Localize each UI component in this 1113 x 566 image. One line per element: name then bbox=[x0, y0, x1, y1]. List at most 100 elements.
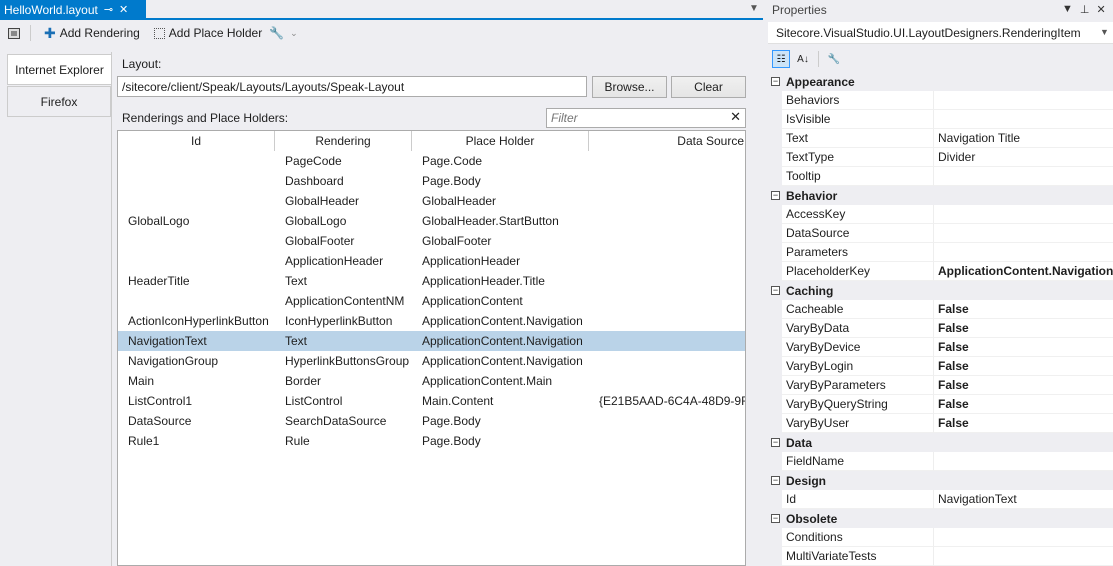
property-row[interactable]: PlaceholderKey ApplicationContent.Navigat… bbox=[768, 262, 1113, 281]
property-value[interactable] bbox=[934, 452, 1113, 471]
column-header-id[interactable]: Id bbox=[118, 131, 275, 151]
property-row[interactable]: Behaviors bbox=[768, 91, 1113, 110]
property-row[interactable]: Text Navigation Title bbox=[768, 129, 1113, 148]
table-row[interactable]: ActionIconHyperlinkButton IconHyperlinkBu… bbox=[118, 311, 745, 331]
table-row[interactable]: Rule1 Rule Page.Body bbox=[118, 431, 745, 451]
property-row[interactable]: DataSource bbox=[768, 224, 1113, 243]
property-value[interactable] bbox=[934, 167, 1113, 186]
document-tab[interactable]: HelloWorld.layout ⊸ ✕ bbox=[0, 0, 146, 20]
toolbar-overflow-icon[interactable]: ⌄ bbox=[290, 28, 298, 39]
property-row[interactable]: IsVisible bbox=[768, 110, 1113, 129]
property-value[interactable]: False bbox=[934, 357, 1113, 376]
categorized-icon[interactable]: ☷ bbox=[772, 50, 790, 68]
property-value[interactable]: False bbox=[934, 338, 1113, 357]
wrench-icon[interactable]: 🔧 bbox=[269, 26, 284, 40]
property-row[interactable]: VaryByLogin False bbox=[768, 357, 1113, 376]
property-row[interactable]: MultiVariateTests bbox=[768, 547, 1113, 566]
property-value[interactable] bbox=[934, 243, 1113, 262]
tab-internet-explorer[interactable]: Internet Explorer bbox=[7, 54, 111, 85]
add-rendering-button[interactable]: ✚ Add Rendering bbox=[41, 26, 143, 40]
property-pages-icon[interactable]: 🔧 bbox=[825, 50, 843, 68]
property-category[interactable]: − Caching bbox=[768, 281, 1113, 300]
table-row[interactable]: DataSource SearchDataSource Page.Body bbox=[118, 411, 745, 431]
property-value[interactable]: False bbox=[934, 376, 1113, 395]
filter-input[interactable] bbox=[547, 109, 727, 127]
property-row[interactable]: VaryByUser False bbox=[768, 414, 1113, 433]
table-row[interactable]: Main Border ApplicationContent.Main bbox=[118, 371, 745, 391]
stop-icon[interactable] bbox=[8, 27, 20, 39]
cell-id: Rule1 bbox=[128, 434, 160, 448]
table-row[interactable]: GlobalFooter GlobalFooter bbox=[118, 231, 745, 251]
table-row[interactable]: GlobalHeader GlobalHeader bbox=[118, 191, 745, 211]
table-row[interactable]: ApplicationHeader ApplicationHeader bbox=[118, 251, 745, 271]
property-category[interactable]: − Behavior bbox=[768, 186, 1113, 205]
row-gutter bbox=[768, 91, 782, 110]
property-category[interactable]: − Design bbox=[768, 471, 1113, 490]
column-header-placeholder[interactable]: Place Holder bbox=[412, 131, 589, 151]
property-value[interactable]: False bbox=[934, 300, 1113, 319]
property-value[interactable] bbox=[934, 547, 1113, 566]
property-value[interactable]: False bbox=[934, 414, 1113, 433]
close-icon[interactable]: ✕ bbox=[1096, 3, 1105, 17]
browse-button[interactable]: Browse... bbox=[592, 76, 667, 98]
property-value[interactable] bbox=[934, 205, 1113, 224]
table-row[interactable]: HeaderTitle Text ApplicationHeader.Title bbox=[118, 271, 745, 291]
plus-icon: ✚ bbox=[44, 25, 56, 41]
property-value[interactable] bbox=[934, 528, 1113, 547]
property-row[interactable]: Cacheable False bbox=[768, 300, 1113, 319]
property-row[interactable]: Conditions bbox=[768, 528, 1113, 547]
close-icon[interactable]: ✕ bbox=[119, 4, 128, 16]
property-value[interactable] bbox=[934, 110, 1113, 129]
collapse-icon[interactable]: − bbox=[771, 438, 780, 447]
layout-path-input[interactable] bbox=[117, 76, 587, 97]
property-row[interactable]: VaryByDevice False bbox=[768, 338, 1113, 357]
properties-object-selector[interactable]: Sitecore.VisualStudio.UI.LayoutDesigners… bbox=[768, 22, 1113, 44]
tab-list-dropdown-icon[interactable]: ▼ bbox=[748, 3, 760, 15]
clear-button[interactable]: Clear bbox=[671, 76, 746, 98]
clear-filter-icon[interactable]: ✕ bbox=[730, 109, 741, 125]
column-header-datasource[interactable]: Data Source bbox=[589, 131, 745, 151]
table-row[interactable]: NavigationGroup HyperlinkButtonsGroup Appl… bbox=[118, 351, 745, 371]
tab-firefox[interactable]: Firefox bbox=[7, 86, 111, 117]
table-row[interactable]: ApplicationContentNM ApplicationContent bbox=[118, 291, 745, 311]
property-category[interactable]: − Data bbox=[768, 433, 1113, 452]
property-value[interactable]: NavigationText bbox=[934, 490, 1113, 509]
property-value[interactable] bbox=[934, 91, 1113, 110]
property-value[interactable]: Divider bbox=[934, 148, 1113, 167]
table-row[interactable]: GlobalLogo GlobalLogo GlobalHeader.StartBu… bbox=[118, 211, 745, 231]
column-header-rendering[interactable]: Rendering bbox=[275, 131, 412, 151]
property-category[interactable]: − Appearance bbox=[768, 72, 1113, 91]
property-row[interactable]: VaryByData False bbox=[768, 319, 1113, 338]
table-row[interactable]: Dashboard Page.Body bbox=[118, 171, 745, 191]
table-row[interactable]: PageCode Page.Code bbox=[118, 151, 745, 171]
pin-icon[interactable]: ⊥ bbox=[1080, 3, 1090, 17]
collapse-icon[interactable]: − bbox=[771, 514, 780, 523]
properties-window-controls: ▼ ⊥ ✕ bbox=[1062, 3, 1110, 17]
add-placeholder-button[interactable]: Add Place Holder bbox=[151, 26, 265, 40]
property-row[interactable]: Id NavigationText bbox=[768, 490, 1113, 509]
property-value[interactable]: Navigation Title bbox=[934, 129, 1113, 148]
collapse-icon[interactable]: − bbox=[771, 77, 780, 86]
table-row[interactable]: ListControl1 ListControl Main.Content {E21B… bbox=[118, 391, 745, 411]
collapse-icon[interactable]: − bbox=[771, 191, 780, 200]
property-row[interactable]: TextType Divider bbox=[768, 148, 1113, 167]
pin-icon[interactable]: ⊸ bbox=[104, 4, 113, 16]
property-row[interactable]: AccessKey bbox=[768, 205, 1113, 224]
collapse-icon[interactable]: − bbox=[771, 286, 780, 295]
collapse-icon[interactable]: − bbox=[771, 476, 780, 485]
window-position-dropdown-icon[interactable]: ▼ bbox=[1062, 3, 1073, 17]
cell-rendering: Border bbox=[285, 374, 322, 388]
property-row[interactable]: Parameters bbox=[768, 243, 1113, 262]
alphabetical-sort-icon[interactable]: A↓ bbox=[794, 50, 812, 68]
property-row[interactable]: VaryByParameters False bbox=[768, 376, 1113, 395]
property-value[interactable]: ApplicationContent.Navigation bbox=[934, 262, 1113, 281]
property-category[interactable]: − Obsolete bbox=[768, 509, 1113, 528]
property-value[interactable]: False bbox=[934, 395, 1113, 414]
property-row[interactable]: FieldName bbox=[768, 452, 1113, 471]
property-row[interactable]: VaryByQueryString False bbox=[768, 395, 1113, 414]
table-row[interactable]: NavigationText Text ApplicationContent.Nav… bbox=[118, 331, 745, 351]
chevron-down-icon[interactable]: ▼ bbox=[1100, 27, 1109, 37]
property-row[interactable]: Tooltip bbox=[768, 167, 1113, 186]
property-value[interactable]: False bbox=[934, 319, 1113, 338]
property-value[interactable] bbox=[934, 224, 1113, 243]
